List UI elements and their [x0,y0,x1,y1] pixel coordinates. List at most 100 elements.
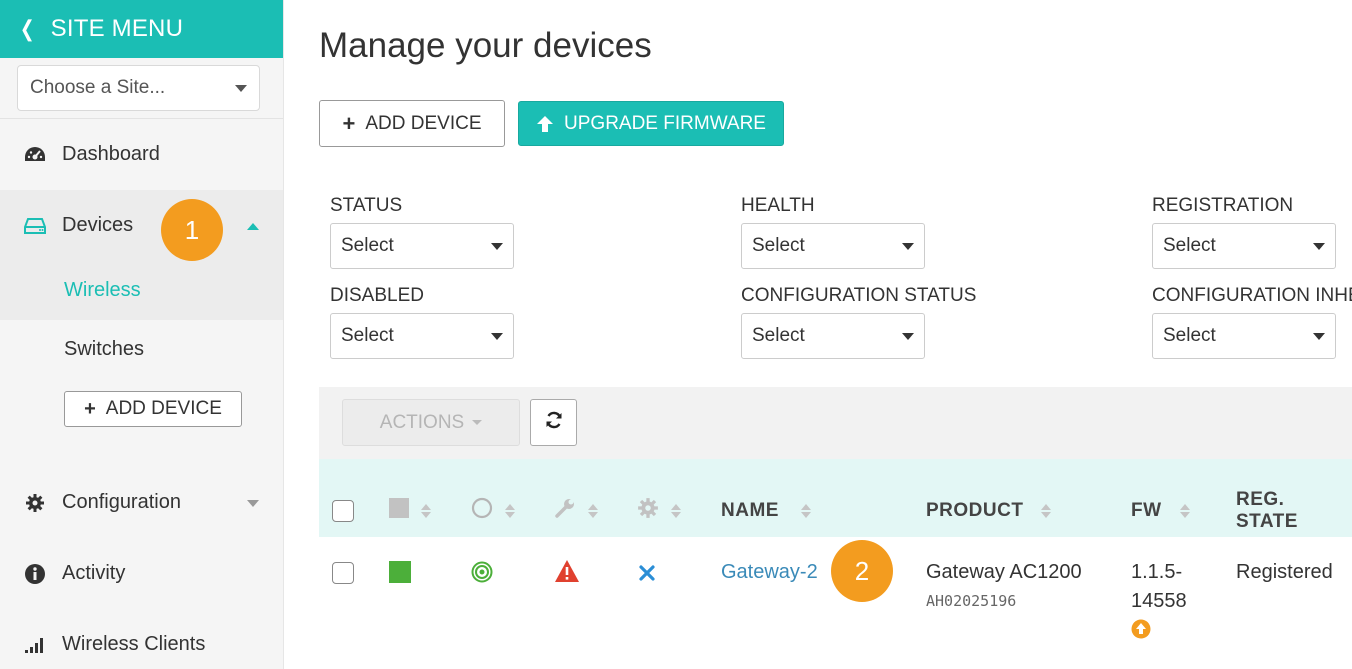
site-select-container: Choose a Site... [0,58,283,119]
page-title: Manage your devices [319,26,652,65]
select-value: Select [1163,325,1216,346]
sidebar-item-label: Dashboard [62,143,160,165]
sort-icon [671,504,681,518]
select-value: Select [752,325,805,346]
column-label: REG. STATE [1236,489,1298,532]
sidebar-item-wireless-clients[interactable]: Wireless Clients [0,609,283,669]
column-health[interactable] [471,459,515,537]
sidebar-item-configuration[interactable]: Configuration [0,467,283,538]
circle-icon [471,497,493,525]
chevron-down-icon [235,84,247,92]
column-label: NAME [721,500,779,521]
dashboard-icon [22,145,48,165]
configuration-inheritance-select[interactable]: Select [1152,313,1336,359]
site-select-dropdown[interactable]: Choose a Site... [17,65,260,111]
main-content: Manage your devices + ADD DEVICE UPGRADE… [284,0,1352,669]
sidebar-subitem-label: Wireless [64,279,141,301]
fw-cell: 1.1.5- 14558 [1131,561,1187,644]
filter-label: DISABLED [330,285,424,306]
sidebar-item-devices[interactable]: Devices [0,190,283,261]
column-product[interactable]: PRODUCT [926,459,1052,537]
filter-label: REGISTRATION [1152,195,1294,216]
chevron-down-icon [1313,332,1325,340]
row-checkbox[interactable] [332,562,354,584]
upgrade-available-icon[interactable] [1131,619,1187,644]
device-name-link[interactable]: Gateway-2 [721,561,818,584]
select-value: Select [341,235,394,256]
sidebar-subitem-wireless[interactable]: Wireless [0,261,283,320]
select-all-cell [332,459,354,537]
filter-registration: REGISTRATION Select [1152,195,1336,269]
health-select[interactable]: Select [741,223,925,269]
site-menu-title: SITE MENU [50,15,184,42]
sidebar-item-label: Wireless Clients [62,633,206,655]
callout-badge-1: 1 [161,199,223,261]
health-good-icon [471,561,493,588]
reg-state-cell: Registered [1236,561,1333,583]
callout-badge-2: 2 [831,540,893,602]
status-select[interactable]: Select [330,223,514,269]
wrench-icon [554,497,576,525]
add-device-button[interactable]: + ADD DEVICE [319,100,505,147]
configuration-status-select[interactable]: Select [741,313,925,359]
filter-label: CONFIGURATION INHE [1152,285,1352,306]
chevron-down-icon [491,242,503,250]
disabled-select[interactable]: Select [330,313,514,359]
select-value: Select [752,235,805,256]
upgrade-firmware-button[interactable]: UPGRADE FIRMWARE [518,101,784,146]
status-online-icon [389,561,411,588]
sidebar-item-label: Configuration [62,491,181,513]
square-icon [389,498,409,524]
filter-health: HEALTH Select [741,195,925,269]
select-all-checkbox[interactable] [332,500,354,522]
column-reg-state[interactable]: REG. STATE [1236,459,1352,537]
chevron-up-icon [247,223,259,230]
table-header: NAME PRODUCT FW REG. STATE [319,459,1352,537]
actions-label: ACTIONS [379,411,465,433]
filter-label: HEALTH [741,195,815,216]
sidebar-subitem-switches[interactable]: Switches [0,320,283,379]
chevron-down-icon [902,332,914,340]
chevron-left-icon: ❮ [19,16,35,41]
fw-version-line1: 1.1.5- [1131,561,1183,583]
sort-icon [1041,504,1052,518]
table-toolbar: ACTIONS [319,387,1352,459]
site-menu-header[interactable]: ❮ SITE MENU [0,0,283,58]
column-configuration[interactable] [637,459,681,537]
chevron-down-icon [247,500,259,507]
refresh-button[interactable] [530,399,577,446]
sidebar-add-device-container: + ADD DEVICE [0,379,283,467]
sort-icon [1179,504,1190,518]
upgrade-firmware-label: UPGRADE FIRMWARE [564,112,766,134]
close-icon [639,565,655,586]
sidebar-item-label: Activity [62,562,126,584]
chevron-down-icon [491,332,503,340]
sidebar-item-activity[interactable]: Activity [0,538,283,609]
select-value: Select [1163,235,1216,256]
sidebar-item-dashboard[interactable]: Dashboard [0,119,283,190]
sort-icon [800,504,811,518]
filter-configuration-status: CONFIGURATION STATUS Select [741,285,976,359]
select-value: Select [341,325,394,346]
filter-disabled: DISABLED Select [330,285,514,359]
registration-select[interactable]: Select [1152,223,1336,269]
chevron-down-icon [902,242,914,250]
column-name[interactable]: NAME [721,459,811,537]
sidebar-subitem-label: Switches [64,338,145,360]
site-sidebar: ❮ SITE MENU Choose a Site... Dashboard D… [0,0,284,669]
site-select-placeholder: Choose a Site... [30,77,166,98]
plus-icon: + [84,397,96,420]
sidebar-add-device-label: ADD DEVICE [105,398,222,419]
column-status[interactable] [389,459,431,537]
gear-icon [22,493,48,513]
add-device-label: ADD DEVICE [365,112,482,134]
filter-label: CONFIGURATION STATUS [741,285,977,306]
info-icon [22,563,48,585]
column-fw[interactable]: FW [1131,459,1190,537]
product-name: Gateway AC1200 [926,561,1082,583]
gear-icon [637,497,659,525]
product-cell: Gateway AC1200 AH02025196 [926,561,1082,610]
sidebar-add-device-button[interactable]: + ADD DEVICE [64,391,242,427]
column-maintenance[interactable] [554,459,598,537]
actions-dropdown-button[interactable]: ACTIONS [342,399,520,446]
